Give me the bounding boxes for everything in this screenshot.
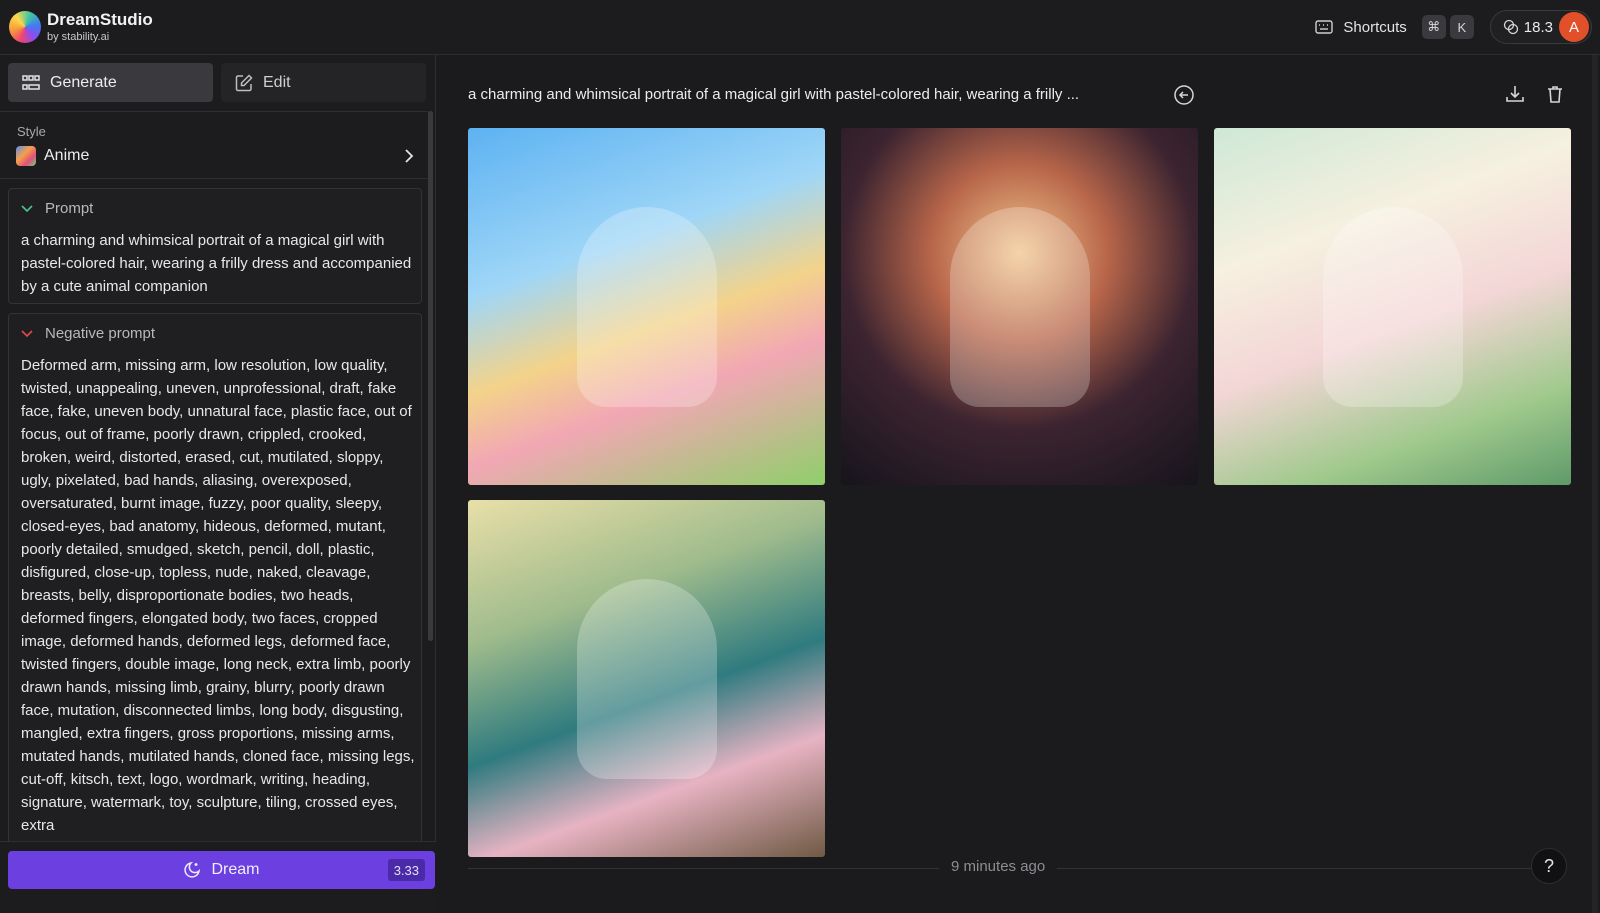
generation-prompt: a charming and whimsical portrait of a m… xyxy=(468,86,1080,103)
credits-value: 18.3 xyxy=(1523,18,1553,36)
dream-cost-badge: 3.33 xyxy=(387,859,425,881)
reuse-prompt-icon[interactable] xyxy=(1173,84,1195,106)
negative-prompt-panel: Negative prompt Deformed arm, missing ar… xyxy=(8,313,422,913)
style-value: Anime xyxy=(44,147,90,164)
negative-prompt-input[interactable]: Deformed arm, missing arm, low resolutio… xyxy=(21,354,417,837)
generated-image-3[interactable] xyxy=(1214,128,1571,485)
top-bar: DreamStudio by stability.ai Shortcuts ⌘ … xyxy=(0,0,1600,55)
prompt-header[interactable]: Prompt xyxy=(21,200,93,217)
prompt-input[interactable]: a charming and whimsical portrait of a m… xyxy=(21,229,417,298)
dream-bar: Dream 3.33 xyxy=(0,841,436,913)
generate-tab-label: Generate xyxy=(50,73,117,91)
style-selector[interactable]: Style Anime xyxy=(0,111,428,179)
dream-button-label: Dream xyxy=(211,861,260,878)
generated-image-1[interactable] xyxy=(468,128,825,485)
edit-tab[interactable]: Edit xyxy=(221,63,426,102)
generated-image-4[interactable] xyxy=(468,500,825,857)
main-scrollbar[interactable] xyxy=(1592,55,1598,913)
style-label: Style xyxy=(17,124,46,139)
mode-tabs: Generate Edit xyxy=(8,63,426,102)
moon-sparkle-icon xyxy=(183,861,201,879)
prompt-panel: Prompt a charming and whimsical portrait… xyxy=(8,188,422,304)
main-area: a charming and whimsical portrait of a m… xyxy=(437,55,1600,913)
credits-coin-icon xyxy=(1503,19,1519,35)
dreamstudio-logo-icon xyxy=(9,11,41,43)
keyboard-icon xyxy=(1315,20,1334,34)
trash-icon[interactable] xyxy=(1545,84,1565,104)
chevron-down-icon xyxy=(21,204,33,213)
brand-subtitle: by stability.ai xyxy=(47,31,110,43)
sidebar: Generate Edit Style Anime Prompt a charm… xyxy=(0,55,436,913)
download-icon[interactable] xyxy=(1505,84,1525,104)
generate-tab[interactable]: Generate xyxy=(8,63,213,102)
negative-prompt-header[interactable]: Negative prompt xyxy=(21,325,155,342)
credits-pill[interactable]: 18.3 A xyxy=(1489,10,1592,44)
brand[interactable]: DreamStudio by stability.ai xyxy=(9,11,153,43)
shortcut-key-k: K xyxy=(1449,15,1474,39)
avatar[interactable]: A xyxy=(1559,12,1589,42)
generated-image-2[interactable] xyxy=(841,128,1198,485)
brand-name: DreamStudio xyxy=(47,10,153,29)
generation-time-label: 9 minutes ago xyxy=(939,858,1058,875)
sidebar-scrollbar[interactable] xyxy=(428,111,433,641)
shortcuts-button[interactable]: Shortcuts ⌘ K xyxy=(1315,15,1474,39)
edit-tab-label: Edit xyxy=(263,73,291,91)
grid-icon xyxy=(22,74,40,91)
chevron-right-icon xyxy=(404,149,414,163)
shortcuts-label: Shortcuts xyxy=(1343,18,1407,36)
anime-style-thumbnail-icon xyxy=(16,146,36,166)
negative-prompt-title: Negative prompt xyxy=(45,325,156,342)
chevron-down-icon xyxy=(21,329,33,338)
edit-icon xyxy=(235,73,253,92)
shortcut-key-cmd: ⌘ xyxy=(1421,15,1446,39)
prompt-title: Prompt xyxy=(45,200,94,217)
help-button[interactable]: ? xyxy=(1531,848,1567,884)
dream-button[interactable]: Dream 3.33 xyxy=(8,851,435,889)
